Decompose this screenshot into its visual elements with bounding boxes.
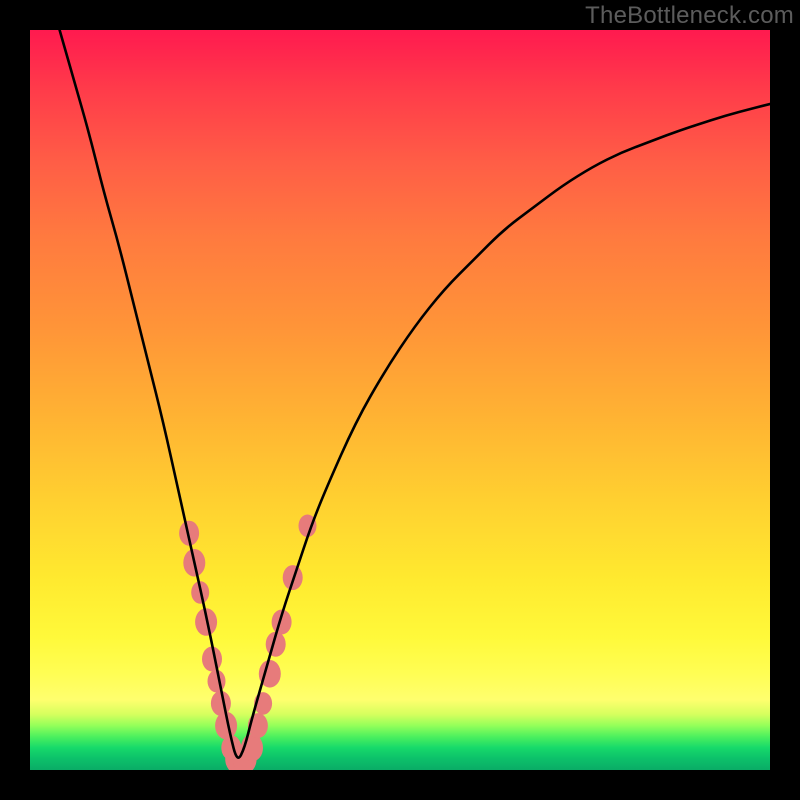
curve-marker xyxy=(208,670,226,693)
plot-area xyxy=(30,30,770,770)
watermark-text: TheBottleneck.com xyxy=(585,2,794,30)
curve-layer xyxy=(30,30,770,770)
chart-frame: TheBottleneck.com xyxy=(0,0,800,800)
bottleneck-curve xyxy=(60,30,770,758)
